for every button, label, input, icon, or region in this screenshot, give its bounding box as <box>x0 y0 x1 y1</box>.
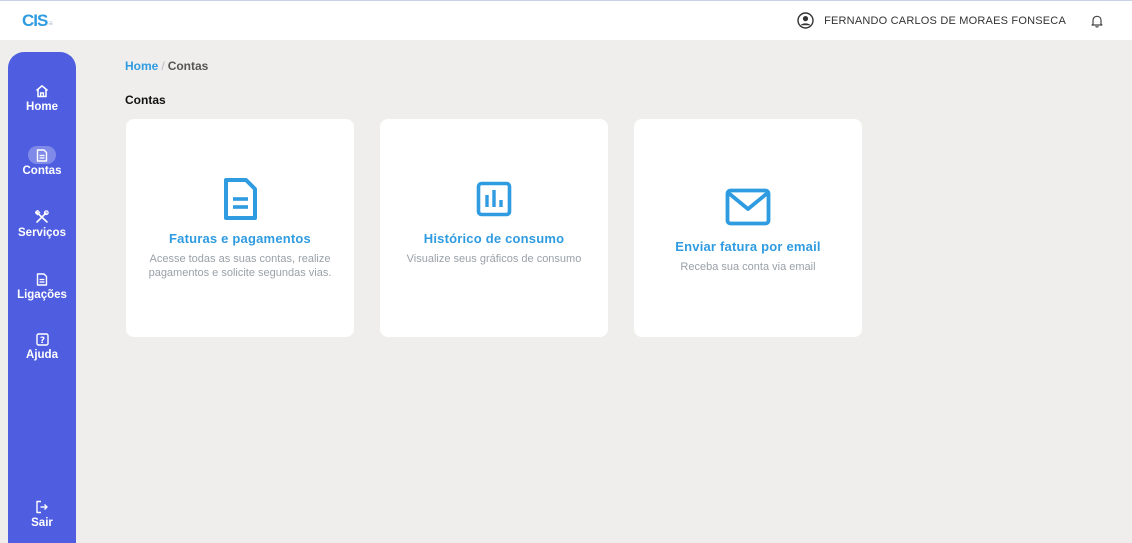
bar-chart-icon <box>476 175 512 223</box>
home-icon <box>28 82 56 100</box>
card-description: Acesse todas as suas contas, realize pag… <box>148 253 332 279</box>
card-faturas-pagamentos[interactable]: Faturas e pagamentos Acesse todas as sua… <box>126 119 354 337</box>
top-bar: CIS≡ FERNANDO CARLOS DE MORAES FONSECA <box>0 0 1132 40</box>
breadcrumb-home-link[interactable]: Home <box>125 59 158 73</box>
svg-text:?: ? <box>39 336 44 346</box>
sidebar-item-label: Ajuda <box>26 349 58 361</box>
breadcrumb-current: Contas <box>167 59 209 73</box>
card-historico-consumo[interactable]: Histórico de consumo Visualize seus gráf… <box>380 119 608 337</box>
sidebar-item-label: Home <box>26 101 58 113</box>
sidebar-item-servicos[interactable]: Serviços <box>8 208 76 239</box>
user-menu[interactable]: FERNANDO CARLOS DE MORAES FONSECA <box>797 12 1104 29</box>
sidebar: Home Contas Serviços Ligações ? Ajuda Sa… <box>8 52 76 543</box>
logo-text: CIS <box>22 11 48 30</box>
card-title: Histórico de consumo <box>423 231 565 246</box>
card-title: Faturas e pagamentos <box>169 231 311 246</box>
logo-sub: ≡ <box>48 19 54 28</box>
card-enviar-fatura-email[interactable]: Enviar fatura por email Receba sua conta… <box>634 119 862 337</box>
logo[interactable]: CIS≡ <box>22 11 53 31</box>
invoice-icon <box>222 175 258 223</box>
user-name[interactable]: FERNANDO CARLOS DE MORAES FONSECA <box>824 15 1066 27</box>
card-description: Visualize seus gráficos de consumo <box>406 253 582 265</box>
sidebar-item-ajuda[interactable]: ? Ajuda <box>8 330 76 361</box>
card-title: Enviar fatura por email <box>675 239 821 254</box>
sidebar-item-sair[interactable]: Sair <box>8 498 76 529</box>
sidebar-item-label: Contas <box>22 165 62 177</box>
sidebar-item-ligacoes[interactable]: Ligações <box>8 270 76 301</box>
breadcrumb: Home / Contas <box>125 59 208 73</box>
sidebar-item-home[interactable]: Home <box>8 82 76 113</box>
envelope-icon <box>725 183 771 231</box>
logout-icon <box>28 498 56 516</box>
sidebar-item-label: Ligações <box>17 289 67 301</box>
user-avatar-icon[interactable] <box>797 12 814 29</box>
breadcrumb-separator: / <box>161 59 165 73</box>
sidebar-item-contas[interactable]: Contas <box>8 146 76 177</box>
sidebar-item-label: Serviços <box>18 227 66 239</box>
document-icon <box>28 270 56 288</box>
document-icon <box>28 146 56 164</box>
help-icon: ? <box>28 330 56 348</box>
bell-icon[interactable] <box>1090 14 1104 28</box>
page-title: Contas <box>125 93 166 107</box>
card-description: Receba sua conta via email <box>680 261 816 273</box>
sidebar-item-label: Sair <box>31 517 53 529</box>
tools-icon <box>28 208 56 226</box>
